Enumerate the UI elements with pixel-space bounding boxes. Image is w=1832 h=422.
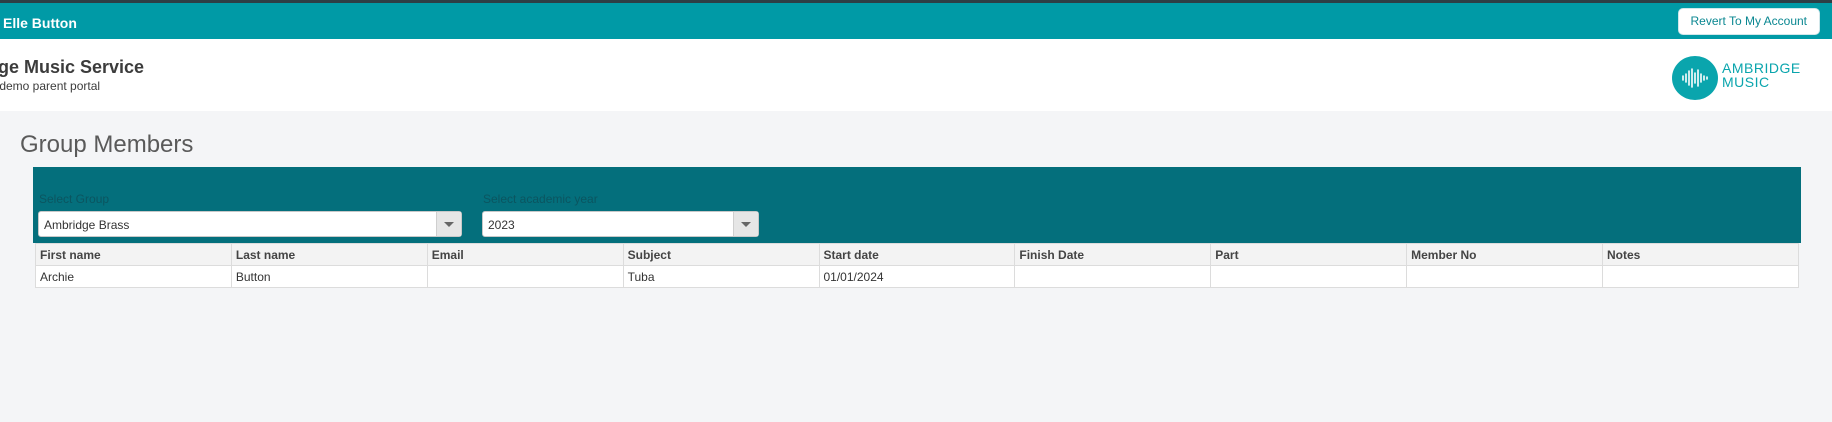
select-academic-year-value: 2023: [488, 218, 515, 232]
cell-member-no: [1406, 265, 1603, 288]
current-user-name: Elle Button: [3, 15, 77, 31]
cell-email: [426, 265, 624, 288]
column-header-subject[interactable]: Subject: [622, 243, 820, 266]
soundwave-icon: [1672, 56, 1718, 100]
ambridge-music-logo: AMBRIDGE MUSIC: [1672, 56, 1812, 100]
portal-subtitle: r demo parent portal: [0, 79, 101, 93]
chevron-down-icon[interactable]: [733, 212, 758, 236]
column-header-part[interactable]: Part: [1210, 243, 1408, 266]
select-group-value: Ambridge Brass: [44, 218, 130, 232]
column-header-last-name[interactable]: Last name: [230, 243, 428, 266]
column-header-start-date[interactable]: Start date: [818, 243, 1016, 266]
select-academic-year-dropdown[interactable]: 2023: [482, 211, 759, 237]
top-bar: Elle Button Revert To My Account: [0, 3, 1832, 39]
cell-last-name: Button: [230, 265, 428, 288]
site-header: idge Music Service r demo parent portal …: [0, 39, 1832, 111]
cell-subject: Tuba: [622, 265, 820, 288]
column-header-first-name[interactable]: First name: [35, 243, 232, 266]
cell-start-date: 01/01/2024: [818, 265, 1016, 288]
select-academic-year-label: Select academic year: [483, 192, 598, 206]
logo-wordmark: AMBRIDGE MUSIC: [1722, 61, 1801, 89]
table-header-row: First name Last name Email Subject Start…: [35, 243, 1799, 266]
cell-part: [1210, 265, 1408, 288]
page-title: Group Members: [20, 131, 194, 158]
column-header-member-no[interactable]: Member No: [1406, 243, 1603, 266]
column-header-finish-date[interactable]: Finish Date: [1014, 243, 1212, 266]
column-header-email[interactable]: Email: [426, 243, 624, 266]
service-name: idge Music Service: [0, 57, 145, 77]
select-group-label: Select Group: [39, 192, 110, 206]
cell-notes: [1602, 265, 1799, 288]
chevron-down-icon[interactable]: [436, 212, 461, 236]
table-row[interactable]: Archie Button Tuba 01/01/2024: [35, 265, 1799, 288]
logo-line-2: MUSIC: [1722, 74, 1770, 90]
select-group-dropdown[interactable]: Ambridge Brass: [38, 211, 462, 237]
column-header-notes[interactable]: Notes: [1602, 243, 1799, 266]
cell-first-name: Archie: [35, 265, 232, 288]
filter-panel: Select Group Ambridge Brass Select acade…: [33, 167, 1801, 243]
group-members-table: First name Last name Email Subject Start…: [35, 243, 1799, 288]
cell-finish-date: [1014, 265, 1212, 288]
revert-to-my-account-button[interactable]: Revert To My Account: [1677, 8, 1820, 35]
logo-line-1: AMBRIDGE: [1722, 60, 1801, 76]
